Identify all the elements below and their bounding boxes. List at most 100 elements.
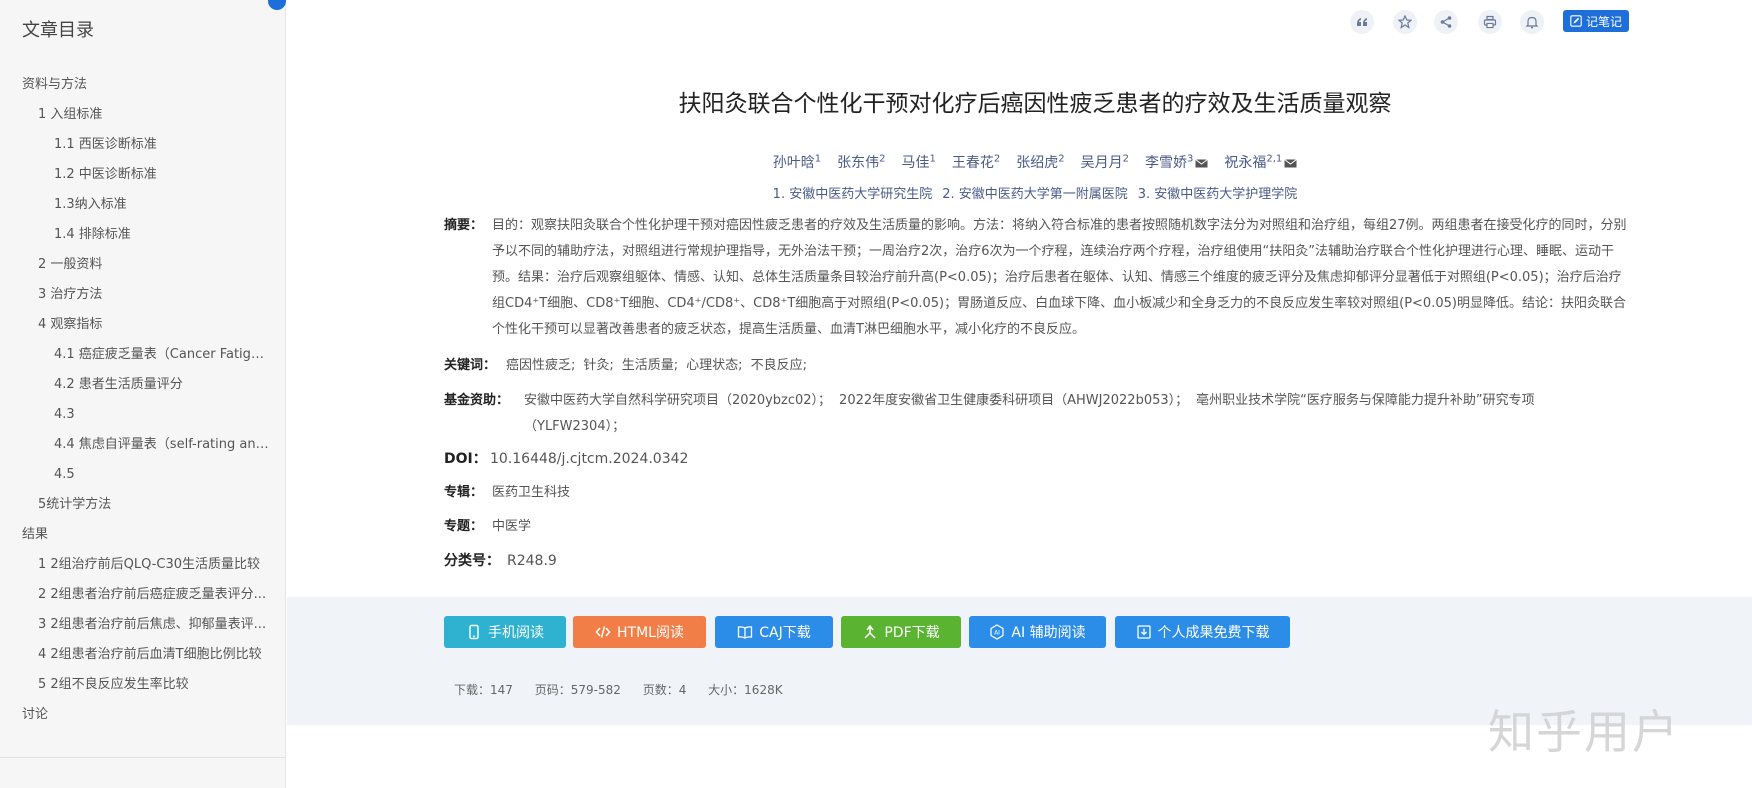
author-affiliation-number: 2 — [1058, 153, 1065, 165]
keyword-link[interactable]: 生活质量; — [622, 358, 678, 373]
author-affiliation-number: 2,1 — [1266, 153, 1283, 165]
mail-icon[interactable] — [1195, 158, 1209, 168]
take-note-button[interactable]: 记笔记 — [1563, 10, 1629, 32]
toc-item[interactable]: 1.4 排除标准 — [0, 220, 285, 250]
caj-download-label: CAJ下载 — [759, 625, 811, 641]
doi-value[interactable]: 10.16448/j.cjtcm.2024.0342 — [444, 446, 1630, 472]
toc-item[interactable]: 3 2组患者治疗前后焦虑、抑郁量表评... — [0, 610, 285, 640]
toc-title: 文章目录 — [22, 20, 94, 41]
ai-read-button[interactable]: AI AI 辅助阅读 — [969, 616, 1106, 648]
author-link[interactable]: 李雪娇3 — [1145, 153, 1209, 171]
affiliation-link[interactable]: 3. 安徽中医药大学护理学院 — [1138, 187, 1298, 202]
author-link[interactable]: 吴月月2 — [1081, 153, 1129, 171]
take-note-label: 记笔记 — [1585, 14, 1622, 29]
quote-icon[interactable] — [1350, 10, 1374, 34]
share-icon[interactable] — [1434, 10, 1458, 34]
author-affiliation-number: 3 — [1186, 153, 1194, 165]
code-icon — [595, 626, 611, 638]
album-section: 专辑： 医药卫生科技 — [444, 480, 1630, 506]
print-icon[interactable] — [1478, 10, 1502, 34]
page-range: 页码：579-582 — [534, 683, 621, 697]
fund-label: 基金资助： — [444, 393, 510, 408]
toc-item[interactable]: 1 2组治疗前后QLQ-C30生活质量比较 — [0, 550, 285, 580]
fund-item[interactable]: 2022年度安徽省卫生健康委科研项目（AHWJ2022b053）； — [839, 393, 1188, 408]
toc-item[interactable]: 4 观察指标 — [0, 310, 285, 340]
article-title: 扶阳灸联合个性化干预对化疗后癌因性疲乏患者的疗效及生活质量观察 — [678, 91, 1392, 117]
topic-value[interactable]: 中医学 — [444, 514, 1630, 540]
toc-item[interactable]: 4.4 焦虑自评量表（self-rating anxi... — [0, 430, 285, 460]
classification-section: 分类号： R248.9 — [444, 548, 1630, 574]
mobile-read-button[interactable]: 手机阅读 — [444, 616, 566, 648]
sidebar-divider — [0, 757, 285, 758]
keywords-label: 关键词： — [444, 358, 497, 373]
keyword-link[interactable]: 不良反应; — [751, 358, 807, 373]
pdf-download-label: PDF下载 — [884, 625, 940, 641]
keyword-link[interactable]: 针灸; — [583, 358, 613, 373]
toc-item[interactable]: 3 治疗方法 — [0, 280, 285, 310]
toc-item[interactable]: 1.3纳入标准 — [0, 190, 285, 220]
keywords-section: 关键词： 癌因性疲乏; 针灸; 生活质量; 心理状态; 不良反应; — [444, 353, 1630, 379]
topic-label: 专题： — [444, 519, 484, 534]
affiliation-list: 1. 安徽中医药大学研究生院 2. 安徽中医药大学第一附属医院 3. 安徽中医药大学… — [440, 183, 1630, 202]
author-link[interactable]: 马佳1 — [901, 153, 935, 171]
pdf-icon — [864, 624, 876, 639]
topic-section: 专题： 中医学 — [444, 514, 1630, 540]
album-label: 专辑： — [444, 485, 484, 500]
album-value[interactable]: 医药卫生科技 — [444, 480, 1630, 506]
affiliation-link[interactable]: 2. 安徽中医药大学第一附属医院 — [942, 187, 1128, 202]
toc-item[interactable]: 4 2组患者治疗前后血清T细胞比例比较 — [0, 640, 285, 670]
mail-icon[interactable] — [1284, 158, 1298, 168]
toc-collapse-button[interactable] — [268, 0, 286, 10]
author-name: 王春花 — [951, 155, 994, 171]
author-name: 马佳 — [901, 155, 930, 171]
toc-item[interactable]: 4.2 患者生活质量评分 — [0, 370, 285, 400]
author-name: 张东伟 — [837, 155, 880, 171]
toc-sidebar: 文章目录 资料与方法 1 入组标准 1.1 西医诊断标准 1.2 中医诊断标准 1.3纳… — [0, 0, 286, 788]
author-link[interactable]: 张绍虎2 — [1016, 153, 1065, 171]
classification-label: 分类号： — [444, 553, 500, 569]
toc-item[interactable]: 资料与方法 — [0, 70, 285, 100]
toc-item[interactable]: 1 入组标准 — [0, 100, 285, 130]
toc-item[interactable]: 讨论 — [0, 700, 285, 730]
classification-value: R248.9 — [507, 553, 557, 569]
toc-item[interactable]: 5统计学方法 — [0, 490, 285, 520]
doi-section: DOI： 10.16448/j.cjtcm.2024.0342 — [444, 446, 1630, 472]
pdf-download-button[interactable]: PDF下载 — [841, 616, 961, 648]
author-link[interactable]: 张东伟2 — [837, 153, 885, 171]
toc-item[interactable]: 结果 — [0, 520, 285, 550]
page-count: 页数：4 — [642, 683, 687, 697]
html-read-label: HTML阅读 — [617, 625, 684, 641]
toc-item[interactable]: 1.1 西医诊断标准 — [0, 130, 285, 160]
html-read-button[interactable]: HTML阅读 — [573, 616, 706, 648]
toc-item[interactable]: 2 一般资料 — [0, 250, 285, 280]
toc-item[interactable]: 1.2 中医诊断标准 — [0, 160, 285, 190]
author-link[interactable]: 孙叶晗1 — [772, 153, 822, 171]
star-icon[interactable] — [1393, 10, 1417, 34]
toc-item[interactable]: 4.1 癌症疲乏量表（Cancer Fatigue... — [0, 340, 285, 370]
edit-icon — [1570, 15, 1582, 27]
abstract-label: 摘要： — [444, 218, 484, 233]
caj-download-button[interactable]: CAJ下载 — [715, 616, 833, 648]
fund-item[interactable]: 安徽中医药大学自然科学研究项目（2020ybzc02）； — [524, 393, 831, 408]
toc-item[interactable]: 2 2组患者治疗前后癌症疲乏量表评分... — [0, 580, 285, 610]
author-name: 孙叶晗 — [772, 155, 815, 171]
abstract-section: 摘要： 目的：观察扶阳灸联合个性化护理干预对癌因性疲乏患者的疗效及生活质量的影响… — [444, 213, 1630, 343]
toc-item[interactable]: 4.3 — [0, 400, 285, 430]
toc-item[interactable]: 5 2组不良反应发生率比较 — [0, 670, 285, 700]
author-link[interactable]: 王春花2 — [951, 153, 1000, 171]
book-icon — [738, 626, 753, 639]
author-link[interactable]: 祝永福2,1 — [1224, 153, 1298, 171]
fund-section: 基金资助： 安徽中医药大学自然科学研究项目（2020ybzc02）； 2022年度… — [444, 388, 1630, 440]
author-affiliation-number: 1 — [814, 153, 822, 165]
keyword-link[interactable]: 心理状态; — [686, 358, 742, 373]
toc-item[interactable]: 4.5 — [0, 460, 285, 490]
svg-text:AI: AI — [994, 630, 1000, 637]
affiliation-link[interactable]: 1. 安徽中医药大学研究生院 — [773, 187, 933, 202]
ai-read-label: AI 辅助阅读 — [1011, 625, 1086, 641]
author-name: 张绍虎 — [1016, 155, 1059, 171]
keyword-link[interactable]: 癌因性疲乏; — [506, 358, 575, 373]
free-download-button[interactable]: 个人成果免费下载 — [1115, 616, 1290, 648]
bell-icon[interactable] — [1520, 10, 1544, 34]
download-icon — [1136, 625, 1151, 639]
keywords-list: 癌因性疲乏; 针灸; 生活质量; 心理状态; 不良反应; — [444, 353, 1630, 379]
